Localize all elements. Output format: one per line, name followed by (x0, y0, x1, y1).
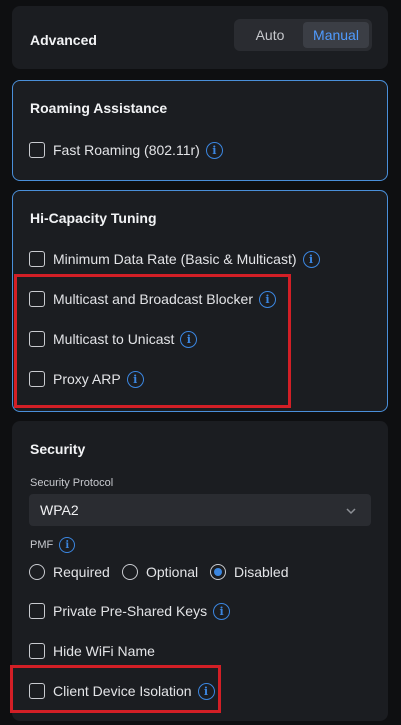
info-icon[interactable]: i (213, 602, 231, 620)
client-isolation-checkbox[interactable] (29, 683, 45, 699)
mode-toggle[interactable]: Auto Manual (234, 19, 372, 51)
roaming-title: Roaming Assistance (30, 100, 168, 116)
ppsk-checkbox[interactable] (29, 603, 45, 619)
pmf-label: PMF (30, 539, 54, 551)
security-protocol-select[interactable]: WPA2 (29, 494, 371, 526)
security-title: Security (30, 441, 86, 457)
min-data-rate-label: Minimum Data Rate (Basic & Multicast) (53, 251, 297, 267)
security-protocol-label: Security Protocol (30, 477, 114, 489)
security-protocol-value: WPA2 (40, 502, 79, 518)
min-data-rate-row[interactable]: Minimum Data Rate (Basic & Multicast) i (29, 249, 320, 269)
mc-bc-blocker-row[interactable]: Multicast and Broadcast Blocker i (29, 289, 276, 309)
min-data-rate-checkbox[interactable] (29, 251, 45, 267)
pmf-required-label: Required (53, 564, 110, 580)
info-icon[interactable]: i (302, 250, 320, 268)
pmf-disabled-label: Disabled (234, 564, 289, 580)
fast-roaming-checkbox[interactable] (29, 142, 45, 158)
info-icon[interactable]: i (197, 682, 215, 700)
pmf-optional-radio[interactable] (122, 564, 138, 580)
hicap-title: Hi-Capacity Tuning (30, 210, 157, 226)
hide-wifi-label: Hide WiFi Name (53, 643, 155, 659)
advanced-title: Advanced (30, 32, 97, 48)
ppsk-label: Private Pre-Shared Keys (53, 603, 208, 619)
proxy-arp-row[interactable]: Proxy ARP i (29, 369, 144, 389)
security-panel: Security Security Protocol WPA2 PMF i Re… (12, 421, 388, 721)
mc-bc-blocker-checkbox[interactable] (29, 291, 45, 307)
roaming-panel: Roaming Assistance Fast Roaming (802.11r… (12, 80, 388, 181)
hide-wifi-row[interactable]: Hide WiFi Name (29, 641, 155, 661)
hide-wifi-checkbox[interactable] (29, 643, 45, 659)
chevron-down-icon (345, 504, 357, 520)
info-icon[interactable]: i (126, 370, 144, 388)
proxy-arp-checkbox[interactable] (29, 371, 45, 387)
mc-bc-blocker-label: Multicast and Broadcast Blocker (53, 291, 253, 307)
mode-auto-button[interactable]: Auto (237, 22, 303, 48)
advanced-panel: Advanced Auto Manual (12, 6, 388, 69)
client-isolation-label: Client Device Isolation (53, 683, 192, 699)
info-icon[interactable]: i (180, 330, 198, 348)
pmf-label-row: PMF i (30, 535, 76, 555)
hicap-panel: Hi-Capacity Tuning Minimum Data Rate (Ba… (12, 190, 388, 412)
ppsk-row[interactable]: Private Pre-Shared Keys i (29, 601, 231, 621)
fast-roaming-label: Fast Roaming (802.11r) (53, 142, 200, 158)
mc-to-unicast-checkbox[interactable] (29, 331, 45, 347)
client-isolation-row[interactable]: Client Device Isolation i (29, 681, 215, 701)
pmf-required-option[interactable]: Required (29, 562, 110, 582)
pmf-optional-option[interactable]: Optional (122, 562, 198, 582)
info-icon[interactable]: i (205, 141, 223, 159)
proxy-arp-label: Proxy ARP (53, 371, 121, 387)
mode-manual-button[interactable]: Manual (303, 22, 369, 48)
mc-to-unicast-row[interactable]: Multicast to Unicast i (29, 329, 198, 349)
pmf-optional-label: Optional (146, 564, 199, 580)
pmf-disabled-radio[interactable] (210, 564, 226, 580)
pmf-required-radio[interactable] (29, 564, 45, 580)
pmf-disabled-option[interactable]: Disabled (210, 562, 288, 582)
mc-to-unicast-label: Multicast to Unicast (53, 331, 175, 347)
info-icon[interactable]: i (59, 537, 76, 553)
fast-roaming-row[interactable]: Fast Roaming (802.11r) i (29, 140, 223, 160)
info-icon[interactable]: i (258, 290, 276, 308)
